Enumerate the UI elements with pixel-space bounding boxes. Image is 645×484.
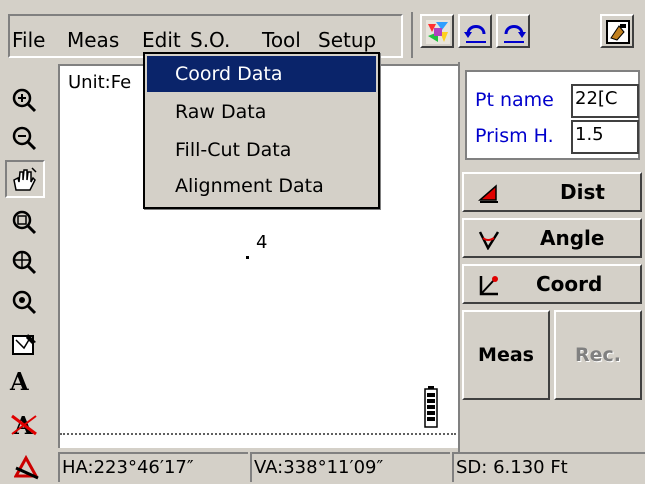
menu-meas[interactable]: Meas: [67, 26, 119, 54]
zoom-in-icon[interactable]: [10, 86, 38, 114]
prism-height-input[interactable]: 1.5: [571, 120, 639, 154]
redo-button[interactable]: [496, 14, 530, 48]
zoom-all-icon[interactable]: [10, 248, 38, 276]
menu-file[interactable]: File: [12, 26, 45, 54]
menu-so[interactable]: S.O.: [190, 26, 230, 54]
pan-hand-icon[interactable]: [10, 166, 38, 194]
prism-height-label: Prism H.: [475, 125, 554, 147]
menu-setup[interactable]: Setup: [318, 26, 376, 54]
redo-icon: [504, 25, 526, 43]
exit-icon: [606, 20, 630, 44]
menu-item-alignment-data[interactable]: Alignment Data: [147, 168, 376, 204]
palette-icon: [426, 20, 450, 44]
menu-item-coord-data[interactable]: Coord Data: [147, 56, 376, 92]
zoom-center-icon[interactable]: [10, 288, 38, 316]
canvas-divider: [60, 433, 456, 435]
exit-button[interactable]: [600, 14, 634, 48]
zoom-window-icon[interactable]: [10, 208, 38, 236]
no-text-icon[interactable]: A: [10, 410, 38, 440]
survey-point-label: 4: [256, 232, 268, 253]
menu-edit[interactable]: Edit: [142, 26, 181, 54]
coord-button[interactable]: Coord: [462, 264, 642, 304]
distance-icon: [478, 184, 498, 203]
horizontal-angle-readout: HA:223°46′17″: [58, 452, 248, 482]
meas-button[interactable]: Meas: [462, 310, 550, 400]
palette-button[interactable]: [420, 14, 454, 48]
point-info-box: Pt name 22[C Prism H. 1.5: [465, 70, 640, 160]
dist-button[interactable]: Dist: [462, 172, 642, 212]
red-marker-icon: [13, 454, 40, 480]
coordinate-icon: [479, 276, 498, 296]
undo-icon: [464, 25, 486, 43]
menu-separator: [411, 12, 413, 58]
edit-menu-dropdown: Coord Data Raw Data Fill-Cut Data Alignm…: [143, 52, 380, 209]
edit-layer-icon[interactable]: [10, 330, 38, 358]
menu-tool[interactable]: Tool: [262, 26, 301, 54]
pt-name-label: Pt name: [475, 89, 554, 111]
vertical-angle-readout: VA:338°11′09″: [250, 452, 450, 482]
unit-label: Unit:Fe: [68, 72, 132, 93]
angle-icon: [478, 231, 500, 250]
undo-button[interactable]: [458, 14, 492, 48]
menu-item-raw-data[interactable]: Raw Data: [147, 94, 376, 130]
battery-icon: [424, 386, 438, 428]
slope-distance-readout: SD: 6.130 Ft: [452, 452, 645, 482]
rec-button[interactable]: Rec.: [554, 310, 642, 400]
menu-item-fill-cut-data[interactable]: Fill-Cut Data: [147, 132, 376, 168]
zoom-out-icon[interactable]: [10, 124, 38, 152]
text-icon[interactable]: A: [10, 368, 38, 396]
pt-name-input[interactable]: 22[C: [571, 84, 639, 118]
survey-point[interactable]: [246, 256, 249, 259]
angle-button[interactable]: Angle: [462, 218, 642, 258]
